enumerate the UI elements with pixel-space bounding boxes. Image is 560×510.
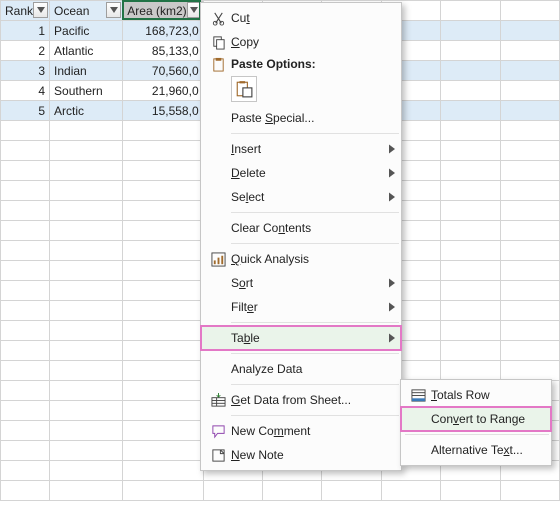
menu-label: Analyze Data (231, 362, 383, 376)
menu-item-quick-analysis[interactable]: Quick Analysis (201, 247, 401, 271)
menu-label: Table (231, 331, 383, 345)
menu-label: Sort (231, 276, 383, 290)
menu-item-analyze-data[interactable]: Analyze Data (201, 357, 401, 381)
submenu-arrow-icon (389, 279, 395, 288)
menu-item-paste-special[interactable]: Paste Special... (201, 106, 401, 130)
menu-label: New Comment (231, 424, 383, 438)
menu-item-delete[interactable]: Delete (201, 161, 401, 185)
submenu-arrow-icon (389, 193, 395, 202)
submenu-arrow-icon (389, 303, 395, 312)
menu-item-clear-contents[interactable]: Clear Contents (201, 216, 401, 240)
menu-item-cut[interactable]: Cut (201, 6, 401, 30)
cell-ocean[interactable]: Arctic (50, 101, 123, 121)
cell-area[interactable]: 85,133,0 (123, 41, 203, 61)
menu-label: Insert (231, 142, 383, 156)
context-menu: Cut Copy Paste Options: Paste Special...… (200, 2, 402, 471)
menu-label: Quick Analysis (231, 252, 383, 266)
cell-rank[interactable]: 2 (1, 41, 50, 61)
note-icon (205, 448, 231, 463)
cell-area[interactable]: 15,558,0 (123, 101, 203, 121)
submenu-item-totals-row[interactable]: Totals Row (401, 383, 551, 407)
menu-label: Select (231, 190, 383, 204)
menu-label: Totals Row (431, 388, 533, 402)
filter-button[interactable] (106, 2, 121, 18)
menu-label: Cut (231, 11, 383, 25)
cell-ocean[interactable]: Pacific (50, 21, 123, 41)
cell-rank[interactable]: 5 (1, 101, 50, 121)
menu-item-get-data[interactable]: Get Data from Sheet... (201, 388, 401, 412)
clipboard-icon (205, 57, 231, 72)
menu-item-new-comment[interactable]: New Comment (201, 419, 401, 443)
menu-separator (231, 322, 399, 323)
menu-item-insert[interactable]: Insert (201, 137, 401, 161)
menu-separator (231, 243, 399, 244)
menu-separator (405, 434, 549, 435)
menu-label: Convert to Range (431, 412, 533, 426)
submenu-arrow-icon (389, 334, 395, 343)
menu-label: Delete (231, 166, 383, 180)
header-area[interactable]: Area (km2) (123, 1, 203, 21)
menu-label: New Note (231, 448, 383, 462)
chevron-down-icon (190, 7, 198, 13)
cell-rank[interactable]: 3 (1, 61, 50, 81)
cell-ocean[interactable]: Southern (50, 81, 123, 101)
chevron-down-icon (37, 7, 45, 13)
header-ocean[interactable]: Ocean (50, 1, 123, 21)
menu-label: Alternative Text... (431, 443, 533, 457)
menu-label: Clear Contents (231, 221, 383, 235)
header-rank[interactable]: Rank (1, 1, 50, 21)
submenu-item-convert-to-range[interactable]: Convert to Range (401, 407, 551, 431)
totals-row-icon (405, 388, 431, 403)
menu-item-select[interactable]: Select (201, 185, 401, 209)
menu-label: Copy (231, 35, 383, 49)
cell-rank[interactable]: 4 (1, 81, 50, 101)
paste-option-default[interactable] (231, 76, 257, 102)
submenu-arrow-icon (389, 169, 395, 178)
copy-icon (205, 35, 231, 50)
menu-separator (231, 384, 399, 385)
menu-separator (231, 133, 399, 134)
menu-item-sort[interactable]: Sort (201, 271, 401, 295)
cell-area[interactable]: 70,560,0 (123, 61, 203, 81)
cell-ocean[interactable]: Indian (50, 61, 123, 81)
submenu-arrow-icon (389, 145, 395, 154)
menu-separator (231, 353, 399, 354)
menu-label: Paste Special... (231, 111, 383, 125)
table-submenu: Totals Row Convert to Range Alternative … (400, 379, 552, 466)
menu-item-filter[interactable]: Filter (201, 295, 401, 319)
header-label: Ocean (54, 4, 89, 18)
menu-item-copy[interactable]: Copy (201, 30, 401, 54)
cell-ocean[interactable]: Atlantic (50, 41, 123, 61)
header-label: Rank (5, 4, 33, 18)
get-data-icon (205, 393, 231, 408)
cell-rank[interactable]: 1 (1, 21, 50, 41)
submenu-item-alternative-text[interactable]: Alternative Text... (401, 438, 551, 462)
cut-icon (205, 11, 231, 26)
cell-area[interactable]: 168,723,0 (123, 21, 203, 41)
menu-label: Filter (231, 300, 383, 314)
filter-button[interactable] (33, 2, 48, 18)
paste-options-row (201, 74, 401, 106)
menu-item-new-note[interactable]: New Note (201, 443, 401, 467)
comment-icon (205, 424, 231, 439)
menu-item-table[interactable]: Table (201, 326, 401, 350)
header-label: Area (km2) (127, 4, 186, 18)
menu-separator (231, 212, 399, 213)
cell-area[interactable]: 21,960,0 (123, 81, 203, 101)
menu-label: Paste Options: (231, 57, 383, 71)
menu-separator (231, 415, 399, 416)
chevron-down-icon (110, 7, 118, 13)
clipboard-paste-icon (235, 80, 253, 98)
menu-label: Get Data from Sheet... (231, 393, 383, 407)
menu-item-paste-options-label: Paste Options: (201, 54, 401, 74)
quick-analysis-icon (205, 252, 231, 267)
